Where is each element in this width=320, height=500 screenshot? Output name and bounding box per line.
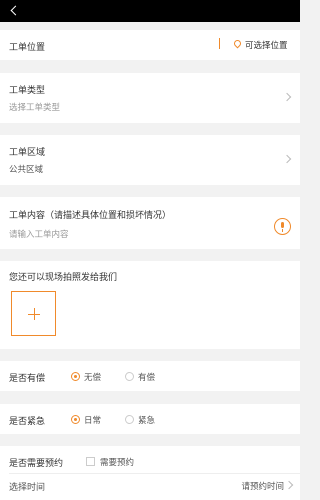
microphone-icon[interactable] (274, 218, 291, 235)
divider (9, 473, 300, 474)
radio-paid[interactable] (125, 372, 134, 381)
content-input[interactable]: 请输入工单内容 (9, 228, 69, 240)
radio-free[interactable] (71, 372, 80, 381)
urgent-label: 是否紧急 (9, 416, 46, 426)
type-label: 工单类型 (9, 85, 46, 95)
paid-row: 是否有偿 无偿 有偿 (0, 361, 300, 391)
appointment-label: 是否需要预约 (9, 458, 64, 468)
type-row[interactable]: 工单类型 选择工单类型 (0, 73, 300, 123)
option-daily[interactable]: 日常 (84, 414, 101, 426)
photo-label: 您还可以现场拍照发给我们 (9, 272, 118, 282)
location-row: 工单位置 可选择位置 (0, 30, 300, 60)
area-value: 公共区域 (9, 164, 44, 174)
chevron-right-icon (282, 92, 292, 102)
radio-daily[interactable] (71, 415, 80, 424)
option-paid[interactable]: 有偿 (138, 371, 155, 383)
content-label: 工单内容（请描述具体位置和损坏情况） (9, 210, 172, 220)
appointment-section: 是否需要预约 需要预约 选择时间 请预约时间 (0, 446, 300, 500)
chevron-right-icon (284, 480, 294, 490)
map-pin-icon[interactable] (232, 38, 243, 49)
appointment-checkbox[interactable] (86, 457, 95, 466)
location-label: 工单位置 (9, 42, 46, 52)
option-free[interactable]: 无偿 (84, 371, 101, 383)
option-urgent[interactable]: 紧急 (138, 414, 155, 426)
area-row[interactable]: 工单区域 公共区域 (0, 135, 300, 185)
time-picker[interactable]: 请预约时间 (241, 480, 284, 492)
photo-section: 您还可以现场拍照发给我们 (0, 261, 300, 349)
radio-urgent[interactable] (125, 415, 134, 424)
top-bar (0, 0, 300, 22)
content-row: 工单内容（请描述具体位置和损坏情况） 请输入工单内容 (0, 197, 300, 249)
type-value: 选择工单类型 (9, 102, 61, 112)
time-label: 选择时间 (9, 482, 46, 492)
area-label: 工单区域 (9, 147, 46, 157)
add-photo-button[interactable] (11, 291, 56, 336)
urgent-row: 是否紧急 日常 紧急 (0, 404, 300, 434)
back-icon[interactable] (8, 4, 22, 18)
appointment-checkbox-label[interactable]: 需要预约 (100, 456, 134, 468)
choose-location-button[interactable]: 可选择位置 (245, 39, 288, 51)
chevron-right-icon (282, 154, 292, 164)
location-separator (219, 38, 220, 49)
paid-label: 是否有偿 (9, 373, 46, 383)
